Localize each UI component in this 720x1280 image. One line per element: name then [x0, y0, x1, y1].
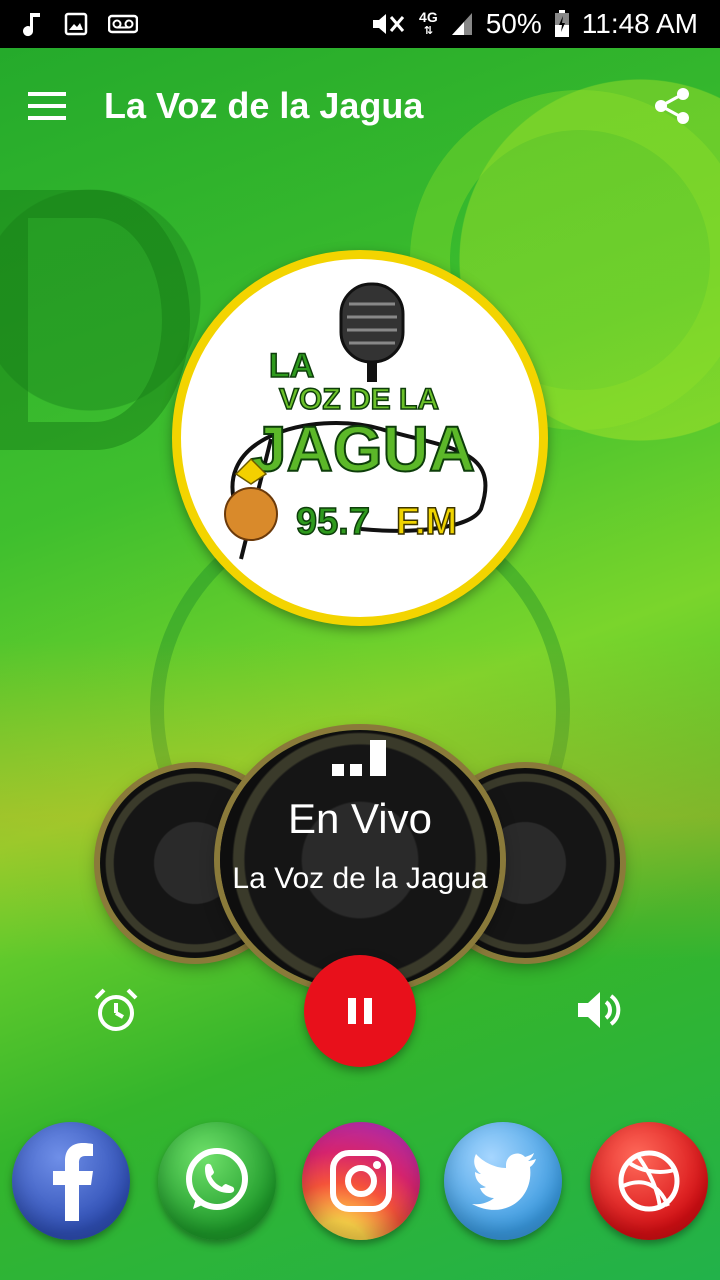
signal-bars-icon — [332, 740, 386, 776]
pause-icon — [348, 998, 372, 1024]
microphone-icon — [339, 282, 405, 382]
status-bar: 4G ⇅ 50% 11:48 AM — [0, 0, 720, 48]
battery-icon — [554, 10, 570, 38]
dribbble-button[interactable] — [590, 1122, 708, 1240]
station-name: La Voz de la Jagua — [232, 862, 488, 895]
logo-line2: VOZ DE LA — [279, 383, 439, 416]
battery-percent: 50% — [485, 8, 542, 39]
volume-button[interactable] — [574, 986, 622, 1034]
app-bar: La Voz de la Jagua — [0, 48, 720, 164]
network-4g-icon: 4G ⇅ — [419, 9, 438, 37]
logo-band: F.M — [396, 501, 457, 543]
facebook-icon — [53, 1143, 93, 1221]
live-status: En Vivo — [288, 795, 432, 842]
twitter-icon — [472, 1153, 536, 1210]
twitter-button[interactable] — [444, 1122, 562, 1240]
whatsapp-icon — [186, 1148, 248, 1210]
jagua-fruit-icon — [224, 487, 278, 541]
logo-frequency: 95.7 — [296, 501, 370, 543]
whatsapp-button[interactable] — [158, 1122, 276, 1240]
instagram-icon — [330, 1150, 392, 1212]
music-note-icon — [22, 11, 44, 37]
app-title: La Voz de la Jagua — [104, 85, 424, 126]
background-ring — [0, 190, 190, 450]
mute-icon — [371, 11, 407, 37]
voicemail-icon — [108, 14, 138, 34]
logo-line3: JAGUA — [251, 413, 475, 485]
share-icon — [655, 88, 689, 124]
facebook-button[interactable] — [12, 1122, 130, 1240]
background — [0, 0, 720, 1280]
clock: 11:48 AM — [581, 8, 698, 39]
alarm-clock-icon — [94, 988, 138, 1031]
image-icon — [64, 12, 88, 36]
share-button[interactable] — [644, 78, 700, 134]
hamburger-menu-icon — [28, 92, 66, 120]
instagram-button[interactable] — [302, 1122, 420, 1240]
logo-line1: LA — [269, 347, 314, 385]
signal-icon — [450, 11, 474, 37]
pause-button[interactable] — [304, 955, 416, 1067]
alarm-button[interactable] — [92, 986, 140, 1034]
menu-button[interactable] — [0, 48, 96, 164]
volume-icon — [578, 992, 621, 1028]
dribbble-icon — [618, 1150, 680, 1212]
station-logo: LA VOZ DE LA JAGUA 95.7 F.M — [172, 250, 548, 626]
